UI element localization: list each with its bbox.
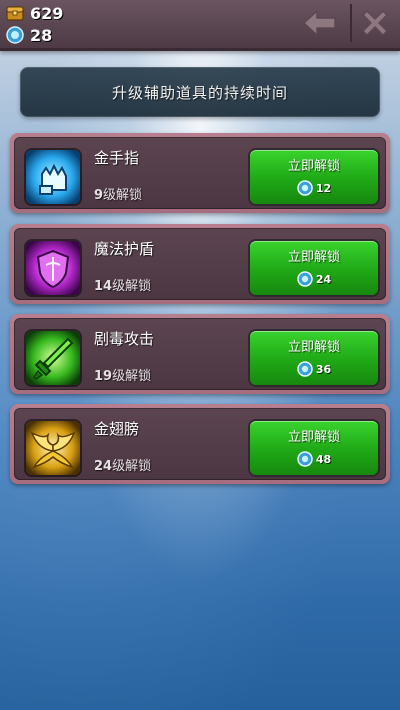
item-unlock-level: 24级解锁	[94, 455, 151, 474]
unlock-label: 立即解锁	[287, 430, 340, 445]
gem-amount: 28	[30, 25, 53, 45]
magic-shield-icon	[26, 241, 80, 295]
level-suffix: 级解锁	[112, 279, 152, 294]
item-name: 金手指	[94, 149, 140, 167]
unlock-now-button[interactable]: 立即解锁 48	[250, 421, 378, 475]
cost-value: 48	[315, 452, 332, 466]
item-name: 魔法护盾	[94, 240, 155, 258]
item-card-golden-wings: 金翅膀 24级解锁 立即解锁 48	[10, 404, 390, 484]
item-card-magic-shield: 魔法护盾 14级解锁 立即解锁 24	[10, 224, 390, 304]
item-name: 金翅膀	[94, 420, 140, 438]
card-inner: 剧毒攻击 19级解锁 立即解锁 36	[14, 318, 386, 390]
card-inner: 金手指 9级解锁 立即解锁 12	[14, 137, 386, 209]
blue-gem-icon	[297, 361, 313, 377]
close-button[interactable]	[350, 4, 398, 42]
title-banner: 升级辅助道具的持续时间	[20, 67, 380, 117]
unlock-cost: 12	[250, 180, 378, 196]
blue-gem-icon	[297, 451, 313, 467]
unlock-label: 立即解锁	[287, 159, 340, 174]
unlock-cost: 48	[250, 451, 378, 467]
level-number: 9	[94, 188, 104, 203]
gold-counter: 629	[6, 3, 63, 23]
blue-gem-icon	[297, 180, 313, 196]
unlock-cost: 36	[250, 361, 378, 377]
level-suffix: 级解锁	[103, 188, 143, 203]
item-unlock-level: 14级解锁	[94, 275, 151, 294]
unlock-cost: 24	[250, 271, 378, 287]
level-number: 19	[94, 369, 113, 384]
cost-value: 24	[315, 272, 332, 286]
blue-gem-icon	[297, 271, 313, 287]
cost-value: 12	[315, 181, 332, 195]
item-unlock-level: 9级解锁	[94, 184, 142, 203]
unlock-now-button[interactable]: 立即解锁 24	[250, 241, 378, 295]
top-bar: 629 28	[0, 0, 400, 51]
gold-amount: 629	[30, 3, 64, 23]
golden-fist-icon	[26, 150, 80, 204]
blue-gem-icon	[6, 26, 24, 44]
level-suffix: 级解锁	[112, 459, 152, 474]
gem-counter: 28	[6, 25, 52, 45]
poison-sword-icon	[26, 331, 80, 385]
level-number: 24	[94, 459, 113, 474]
card-inner: 魔法护盾 14级解锁 立即解锁 24	[14, 228, 386, 300]
banner-title: 升级辅助道具的持续时间	[111, 83, 288, 102]
back-arrow-icon	[303, 10, 336, 36]
item-name: 剧毒攻击	[94, 330, 155, 348]
item-card-poison-attack: 剧毒攻击 19级解锁 立即解锁 36	[10, 314, 390, 394]
cost-value: 36	[315, 362, 332, 376]
back-button[interactable]	[298, 4, 342, 42]
close-x-icon	[362, 10, 388, 36]
level-number: 14	[94, 279, 113, 294]
card-inner: 金翅膀 24级解锁 立即解锁 48	[14, 408, 386, 480]
item-unlock-level: 19级解锁	[94, 365, 151, 384]
unlock-label: 立即解锁	[287, 250, 340, 265]
level-suffix: 级解锁	[112, 369, 152, 384]
unlock-now-button[interactable]: 立即解锁 12	[250, 150, 378, 204]
unlock-now-button[interactable]: 立即解锁 36	[250, 331, 378, 385]
unlock-label: 立即解锁	[287, 340, 340, 355]
golden-wings-icon	[26, 421, 80, 475]
item-card-golden-fist: 金手指 9级解锁 立即解锁 12	[10, 133, 390, 213]
treasure-chest-icon	[6, 6, 24, 21]
